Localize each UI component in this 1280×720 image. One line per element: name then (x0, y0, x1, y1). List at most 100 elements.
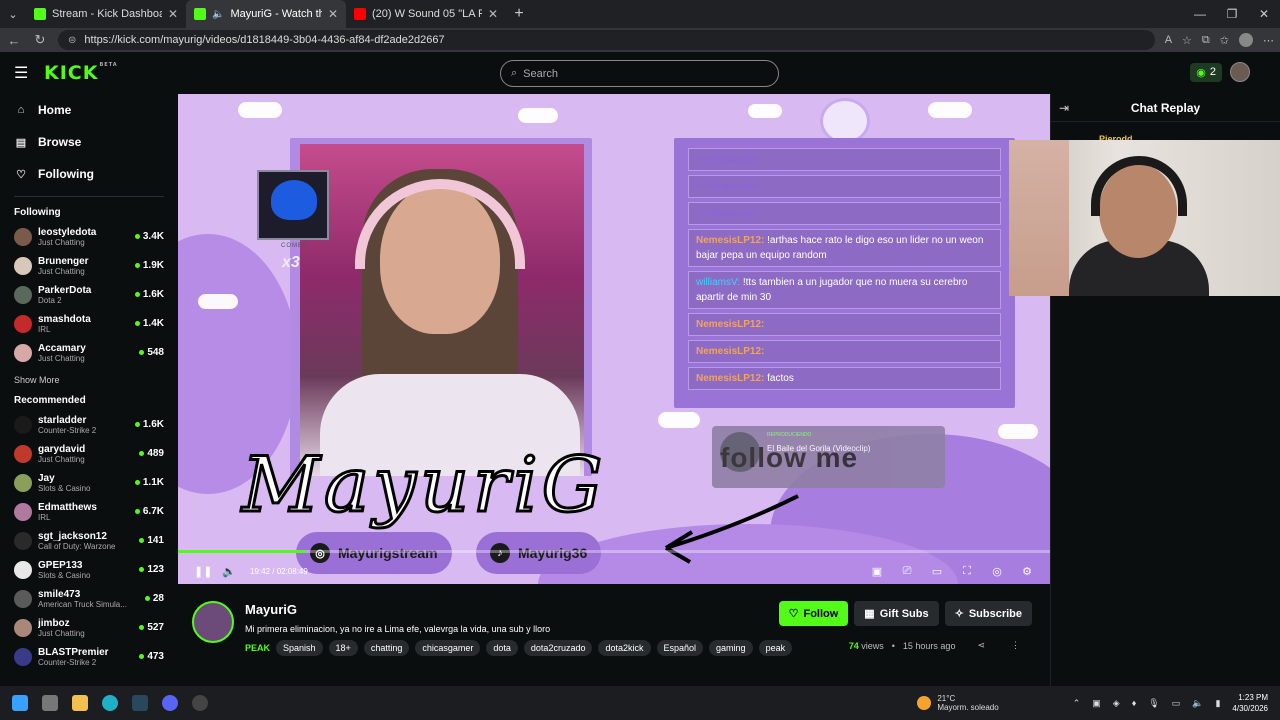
home-icon: ⌂ (17, 104, 25, 116)
channel-list-item[interactable]: ParkerDota Dota 2 1.6K (0, 280, 178, 309)
channel-list-item[interactable]: Brunenger Just Chatting 1.9K (0, 251, 178, 280)
favorite-star-icon[interactable]: ☆ (1182, 34, 1192, 47)
restore-icon[interactable]: ❐ (1216, 7, 1248, 21)
new-tab-icon[interactable]: + (506, 5, 532, 23)
tag-chip[interactable]: chatting (363, 640, 410, 656)
windows-start-icon[interactable] (12, 695, 28, 711)
speaker-icon[interactable]: 🔈 (212, 9, 224, 20)
menu-icon[interactable]: ☰ (14, 63, 38, 83)
nav-browse[interactable]: ▤ Browse (14, 126, 164, 158)
channel-category: Just Chatting (38, 454, 85, 464)
network-icon[interactable]: ▭ (1172, 698, 1181, 709)
edge-icon[interactable] (102, 695, 118, 711)
task-view-icon[interactable] (42, 695, 58, 711)
theater-mode-icon[interactable]: ▭ (930, 565, 944, 578)
extensions-icon[interactable]: ⧉ (1202, 34, 1210, 47)
channel-list-item[interactable]: Jay Slots & Casino 1.1K (0, 468, 178, 497)
now-playing-label: REPRODUCIENDO (767, 432, 812, 438)
channel-name[interactable]: MayuriG (245, 602, 297, 617)
discord-icon[interactable] (162, 695, 178, 711)
subscribe-button[interactable]: ✧ Subscribe (944, 601, 1032, 626)
channel-list-item[interactable]: Accamary Just Chatting 548 (0, 338, 178, 367)
channel-list-item[interactable]: garydavid Just Chatting 489 (0, 439, 178, 468)
kicks-badge[interactable]: ◉ 2 (1190, 62, 1222, 82)
gift-subs-button[interactable]: ▦ Gift Subs (854, 601, 939, 626)
channel-list-item[interactable]: Edmatthews IRL 6.7K (0, 497, 178, 526)
tab-list-icon[interactable]: ⌄ (0, 0, 26, 28)
follow-button[interactable]: ♡ Follow (778, 601, 849, 626)
show-more-link[interactable]: Show More (0, 375, 178, 385)
obs-icon[interactable] (192, 695, 208, 711)
close-tab-icon[interactable]: ✕ (328, 7, 338, 21)
channel-list-item[interactable]: smile473 American Truck Simula... 28 (0, 584, 178, 613)
back-icon[interactable]: ← (6, 33, 22, 48)
channel-list-item[interactable]: BLASTPremier Counter-Strike 2 473 (0, 642, 178, 671)
left-sidebar: ⌂ Home ▤ Browse ♡ Following Following leost… (0, 94, 178, 686)
close-window-icon[interactable]: ✕ (1248, 7, 1280, 21)
channel-name: Edmatthews (38, 501, 97, 513)
nav-following[interactable]: ♡ Following (14, 158, 164, 190)
tag-chip[interactable]: dota2kick (598, 640, 651, 656)
channel-list-item[interactable]: GPEP133 Slots & Casino 123 (0, 555, 178, 584)
clip-icon[interactable]: ⎚ (900, 565, 914, 578)
settings-icon[interactable]: ⚙ (1020, 565, 1034, 578)
pause-icon[interactable]: ❚❚ (194, 565, 212, 578)
tag-chip[interactable]: Spanish (276, 640, 323, 656)
kick-logo[interactable]: KICKBETA (44, 62, 118, 84)
more-icon[interactable]: ⋯ (1263, 34, 1274, 47)
channel-list-item[interactable]: smashdota IRL 1.4K (0, 309, 178, 338)
minimize-icon[interactable]: — (1184, 7, 1216, 21)
steam-icon[interactable] (132, 695, 148, 711)
tab-kick-dashboard[interactable]: Stream - Kick Dashboard ✕ (26, 0, 186, 28)
tag-chip[interactable]: Español (656, 640, 704, 656)
close-tab-icon[interactable]: ✕ (168, 7, 178, 21)
tab-youtube[interactable]: (20) W Sound 05 "LA PLENA" - Beéle ✕ (346, 0, 506, 28)
video-progress-bar[interactable] (178, 550, 1050, 553)
favorites-icon[interactable]: ✩ (1220, 34, 1229, 47)
channel-list-item[interactable]: jimboz Just Chatting 527 (0, 613, 178, 642)
file-explorer-icon[interactable] (72, 695, 88, 711)
site-info-icon[interactable]: ⊜ (68, 35, 76, 46)
video-player[interactable]: COMBO x3 Perritoparador: Perritoparador:… (178, 94, 1050, 584)
tag-chip[interactable]: dota (486, 640, 518, 656)
quality-icon[interactable]: ◎ (990, 565, 1004, 578)
url-field[interactable]: ⊜ https://kick.com/mayurig/videos/d18184… (58, 30, 1155, 50)
nav-home[interactable]: ⌂ Home (14, 94, 164, 126)
read-aloud-icon[interactable]: A (1165, 34, 1172, 46)
weather-widget[interactable]: 21°C Mayorm. soleado (917, 694, 999, 712)
collapse-chat-icon[interactable]: ⇥ (1059, 101, 1079, 115)
volume-icon[interactable]: 🔈 (222, 565, 236, 578)
profile-avatar[interactable] (1239, 33, 1253, 47)
following-section-title: Following (14, 207, 61, 218)
reload-icon[interactable]: ↻ (32, 32, 48, 48)
channel-list-item[interactable]: sgt_jackson12 Call of Duty: Warzone 141 (0, 526, 178, 555)
tray-app-icon[interactable]: ◈ (1113, 698, 1120, 709)
show-hidden-icons-icon[interactable]: ⌃ (1073, 698, 1081, 709)
miniplayer-icon[interactable]: ▣ (870, 565, 884, 578)
clock[interactable]: 1:23 PM 4/30/2026 (1232, 692, 1268, 714)
tray-app-icon[interactable]: ▣ (1092, 698, 1101, 709)
fullscreen-icon[interactable]: ⛶ (960, 565, 974, 578)
share-icon[interactable]: ⋖ (977, 640, 985, 651)
channel-list-item[interactable]: starladder Counter-Strike 2 1.6K (0, 410, 178, 439)
tray-app-icon[interactable]: ♦ (1132, 698, 1137, 708)
battery-icon[interactable]: ▮ (1215, 698, 1220, 709)
tag-chip[interactable]: dota2cruzado (523, 640, 593, 656)
progress-fill (178, 550, 307, 553)
tab-mayurig-vod[interactable]: 🔈 MayuriG - Watch the VOD on Kick ✕ (186, 0, 346, 28)
channel-list-item[interactable]: leostyledota Just Chatting 3.4K (0, 222, 178, 251)
channel-avatar[interactable] (192, 601, 234, 643)
viewer-count: 1.9K (134, 260, 164, 271)
tag-chip[interactable]: 18+ (328, 640, 358, 656)
tag-chip[interactable]: gaming (709, 640, 753, 656)
tag-chip[interactable]: chicasgamer (415, 640, 481, 656)
user-avatar[interactable] (1230, 62, 1250, 82)
more-options-icon[interactable]: ⋮ (1011, 640, 1020, 651)
live-dot-icon (134, 321, 140, 326)
microphone-icon[interactable]: 🎙 (1148, 698, 1159, 709)
tag-chip[interactable]: peak (758, 640, 793, 656)
overlay-chat-message: Perritoparador: (688, 175, 1001, 198)
close-tab-icon[interactable]: ✕ (488, 7, 498, 21)
volume-icon[interactable]: 🔈 (1192, 698, 1203, 709)
search-input[interactable]: ⌕ Search (500, 60, 779, 87)
